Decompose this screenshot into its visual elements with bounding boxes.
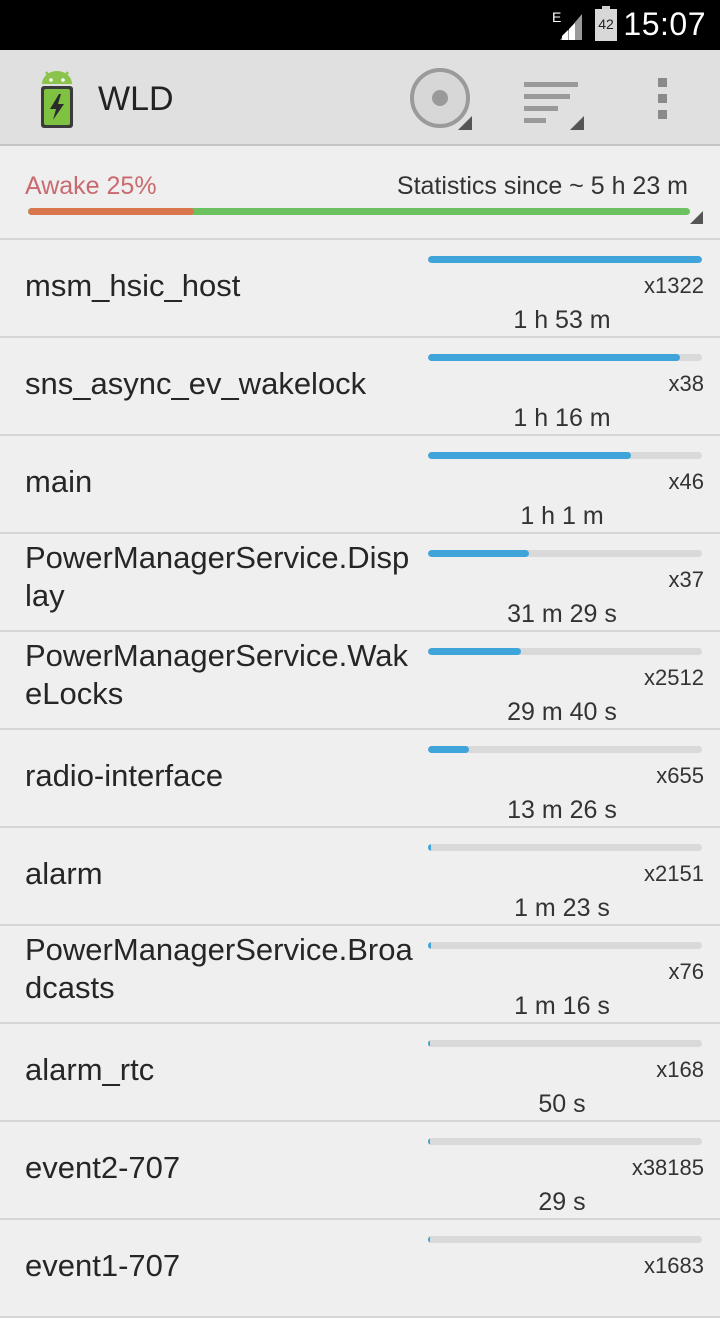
wakelock-count: x2512 xyxy=(644,665,704,690)
wakelock-count: x1683 xyxy=(644,1253,704,1278)
sort-button[interactable] xyxy=(518,64,588,134)
awake-summary[interactable]: Awake 25% Statistics since ~ 5 h 23 m xyxy=(0,148,720,240)
wakelock-progress-fill xyxy=(428,746,470,753)
wakelock-progress-bar xyxy=(428,452,702,459)
app-title: WLD xyxy=(98,80,174,118)
wakelock-count: x38 xyxy=(668,371,704,396)
wakelock-name: msm_hsic_host xyxy=(25,268,241,303)
wakelock-progress-bar xyxy=(428,1236,702,1243)
wakelock-row[interactable]: event2-707 x38185 29 s xyxy=(0,1122,720,1220)
wakelock-row[interactable]: sns_async_ev_wakelock x38 1 h 16 m xyxy=(0,338,720,436)
wakelock-row[interactable]: main x46 1 h 1 m xyxy=(0,436,720,534)
wakelock-duration: 1 m 16 s xyxy=(514,992,610,1020)
wakelock-progress-fill xyxy=(428,550,530,557)
wakelock-count: x2151 xyxy=(644,861,704,886)
wakelock-duration: 1 h 53 m xyxy=(513,306,611,334)
battery-level: 42 xyxy=(598,16,614,32)
statistics-since-label: Statistics since ~ 5 h 23 m xyxy=(396,172,688,200)
wakelock-progress-bar xyxy=(428,354,702,361)
wakelock-progress-fill xyxy=(428,1040,430,1047)
wakelock-progress-bar xyxy=(428,942,702,949)
wakelock-duration: 13 m 26 s xyxy=(507,796,617,824)
wakelock-duration: 29 m 40 s xyxy=(507,698,617,726)
wakelock-name: radio-interface xyxy=(25,758,224,793)
wakelock-progress-fill xyxy=(428,452,631,459)
wakelock-count: x655 xyxy=(656,763,704,788)
awake-progress-bar xyxy=(28,208,690,215)
wakelock-progress-fill xyxy=(428,1236,430,1243)
wakelock-row[interactable]: PowerManagerService.Broadcasts x76 1 m 16 … xyxy=(0,926,720,1024)
wakelock-count: x38185 xyxy=(631,1155,704,1180)
wakelock-progress-bar xyxy=(428,550,702,557)
wakelock-progress-fill xyxy=(428,942,431,949)
wakelock-duration: 1 m 23 s xyxy=(514,894,610,922)
wakelock-row[interactable]: event1-707 x1683 xyxy=(0,1220,720,1318)
record-icon xyxy=(410,68,472,130)
wakelock-progress-bar xyxy=(428,1040,702,1047)
wakelock-duration: 50 s xyxy=(538,1090,586,1118)
sort-icon xyxy=(524,82,584,130)
record-button[interactable] xyxy=(406,64,476,134)
wakelock-name: event1-707 xyxy=(25,1248,181,1283)
wakelock-name: event2-707 xyxy=(25,1150,181,1185)
wakelock-row[interactable]: radio-interface x655 13 m 26 s xyxy=(0,730,720,828)
wakelock-name: sns_async_ev_wakelock xyxy=(25,366,367,401)
wakelock-row[interactable]: PowerManagerService.WakeLocks x2512 29 m 4… xyxy=(0,632,720,730)
wakelock-name: alarm_rtc xyxy=(25,1052,155,1087)
overflow-menu-button[interactable] xyxy=(628,64,698,134)
wakelock-count: x37 xyxy=(668,567,704,592)
wakelock-progress-bar xyxy=(428,746,702,753)
wakelock-progress-bar xyxy=(428,1138,702,1145)
wakelock-name: main xyxy=(25,464,93,499)
wakelock-name: alarm xyxy=(25,856,103,891)
wakelock-count: x168 xyxy=(656,1057,704,1082)
status-bar: E 42 15:07 xyxy=(0,0,720,50)
status-clock: 15:07 xyxy=(623,6,706,42)
wakelock-name: PowerManagerService.Broadcasts xyxy=(25,932,413,1005)
wakelock-progress-fill xyxy=(428,648,522,655)
signal-icon: E xyxy=(552,9,582,40)
wakelock-row[interactable]: alarm_rtc x168 50 s xyxy=(0,1024,720,1122)
wakelock-duration: 1 h 1 m xyxy=(520,502,604,530)
wakelock-duration: 31 m 29 s xyxy=(507,600,617,628)
app-battery-icon xyxy=(41,71,73,128)
wakelock-progress-bar xyxy=(428,256,702,263)
wakelock-progress-bar xyxy=(428,844,702,851)
overflow-menu-icon xyxy=(658,78,667,119)
wakelock-duration: 29 s xyxy=(538,1188,586,1216)
wakelock-count: x76 xyxy=(668,959,704,984)
wakelock-duration: 1 h 16 m xyxy=(513,404,611,432)
wakelock-row[interactable]: PowerManagerService.Display x37 31 m 29 s xyxy=(0,534,720,632)
wakelock-count: x1322 xyxy=(644,273,704,298)
awake-label: Awake 25% xyxy=(25,172,157,200)
expand-corner-icon xyxy=(690,211,703,224)
wakelock-row[interactable]: alarm x2151 1 m 23 s xyxy=(0,828,720,926)
awake-progress-fill xyxy=(28,208,194,215)
wakelock-progress-fill xyxy=(428,354,681,361)
wakelock-progress-bar xyxy=(428,648,702,655)
wakelock-progress-fill xyxy=(428,256,702,263)
wakelock-progress-fill xyxy=(428,844,431,851)
wakelock-name: PowerManagerService.WakeLocks xyxy=(25,638,409,711)
wakelock-count: x46 xyxy=(668,469,704,494)
wakelock-row[interactable]: msm_hsic_host x1322 1 h 53 m xyxy=(0,240,720,338)
wakelock-name: PowerManagerService.Display xyxy=(25,540,410,613)
network-type-label: E xyxy=(552,9,561,25)
wakelock-list[interactable]: msm_hsic_host x1322 1 h 53 m sns_async_ev_w… xyxy=(0,240,720,1318)
action-bar: WLD xyxy=(0,50,720,146)
wakelock-progress-fill xyxy=(428,1138,430,1145)
